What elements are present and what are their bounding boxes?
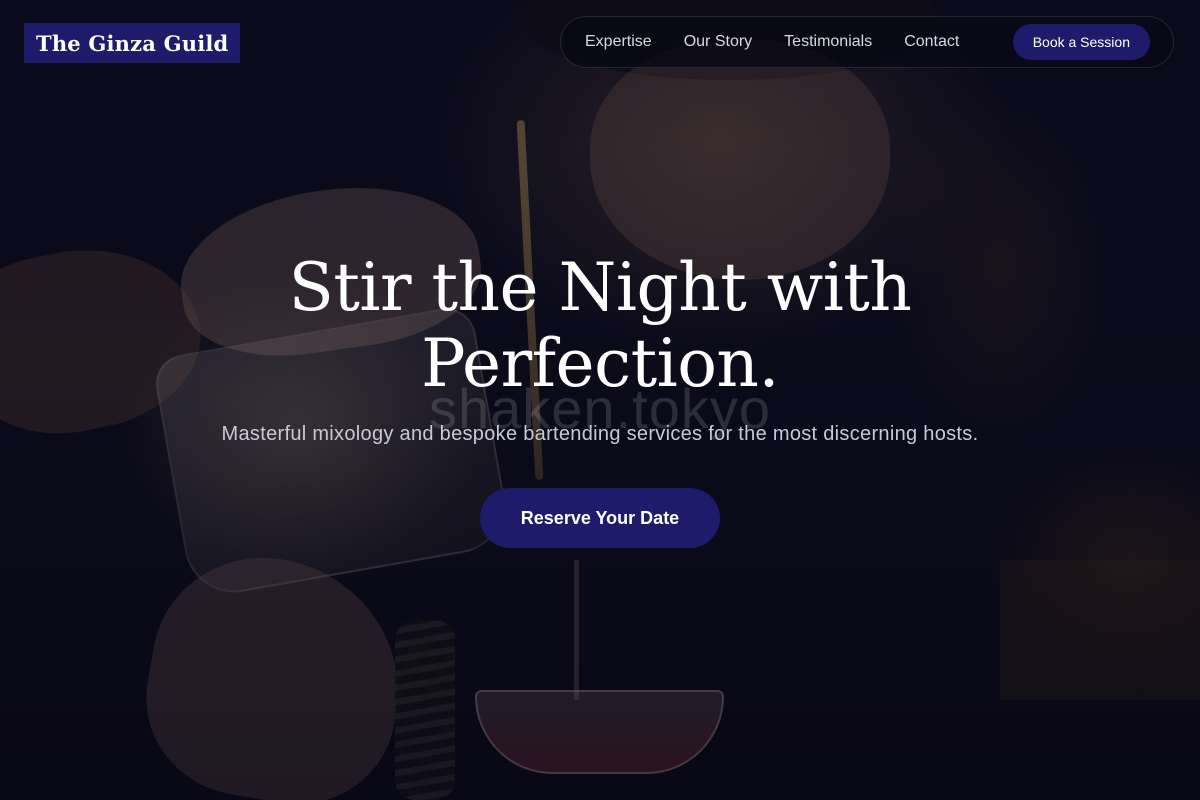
reserve-date-button[interactable]: Reserve Your Date (480, 488, 720, 548)
hero-subtitle: Masterful mixology and bespoke bartendin… (221, 423, 979, 445)
nav-link-contact[interactable]: Contact (904, 33, 959, 51)
hero-section: The Ginza Guild Expertise Our Story Test… (0, 0, 1200, 800)
nav-link-testimonials[interactable]: Testimonials (784, 33, 872, 51)
nav-link-our-story[interactable]: Our Story (684, 33, 752, 51)
book-session-button[interactable]: Book a Session (1012, 24, 1150, 60)
hero-title-line-1: Stir the Night with (288, 249, 912, 326)
brand-logo[interactable]: The Ginza Guild (24, 23, 241, 63)
main-nav: Expertise Our Story Testimonials Contact… (560, 16, 1174, 68)
nav-link-expertise[interactable]: Expertise (585, 33, 652, 51)
